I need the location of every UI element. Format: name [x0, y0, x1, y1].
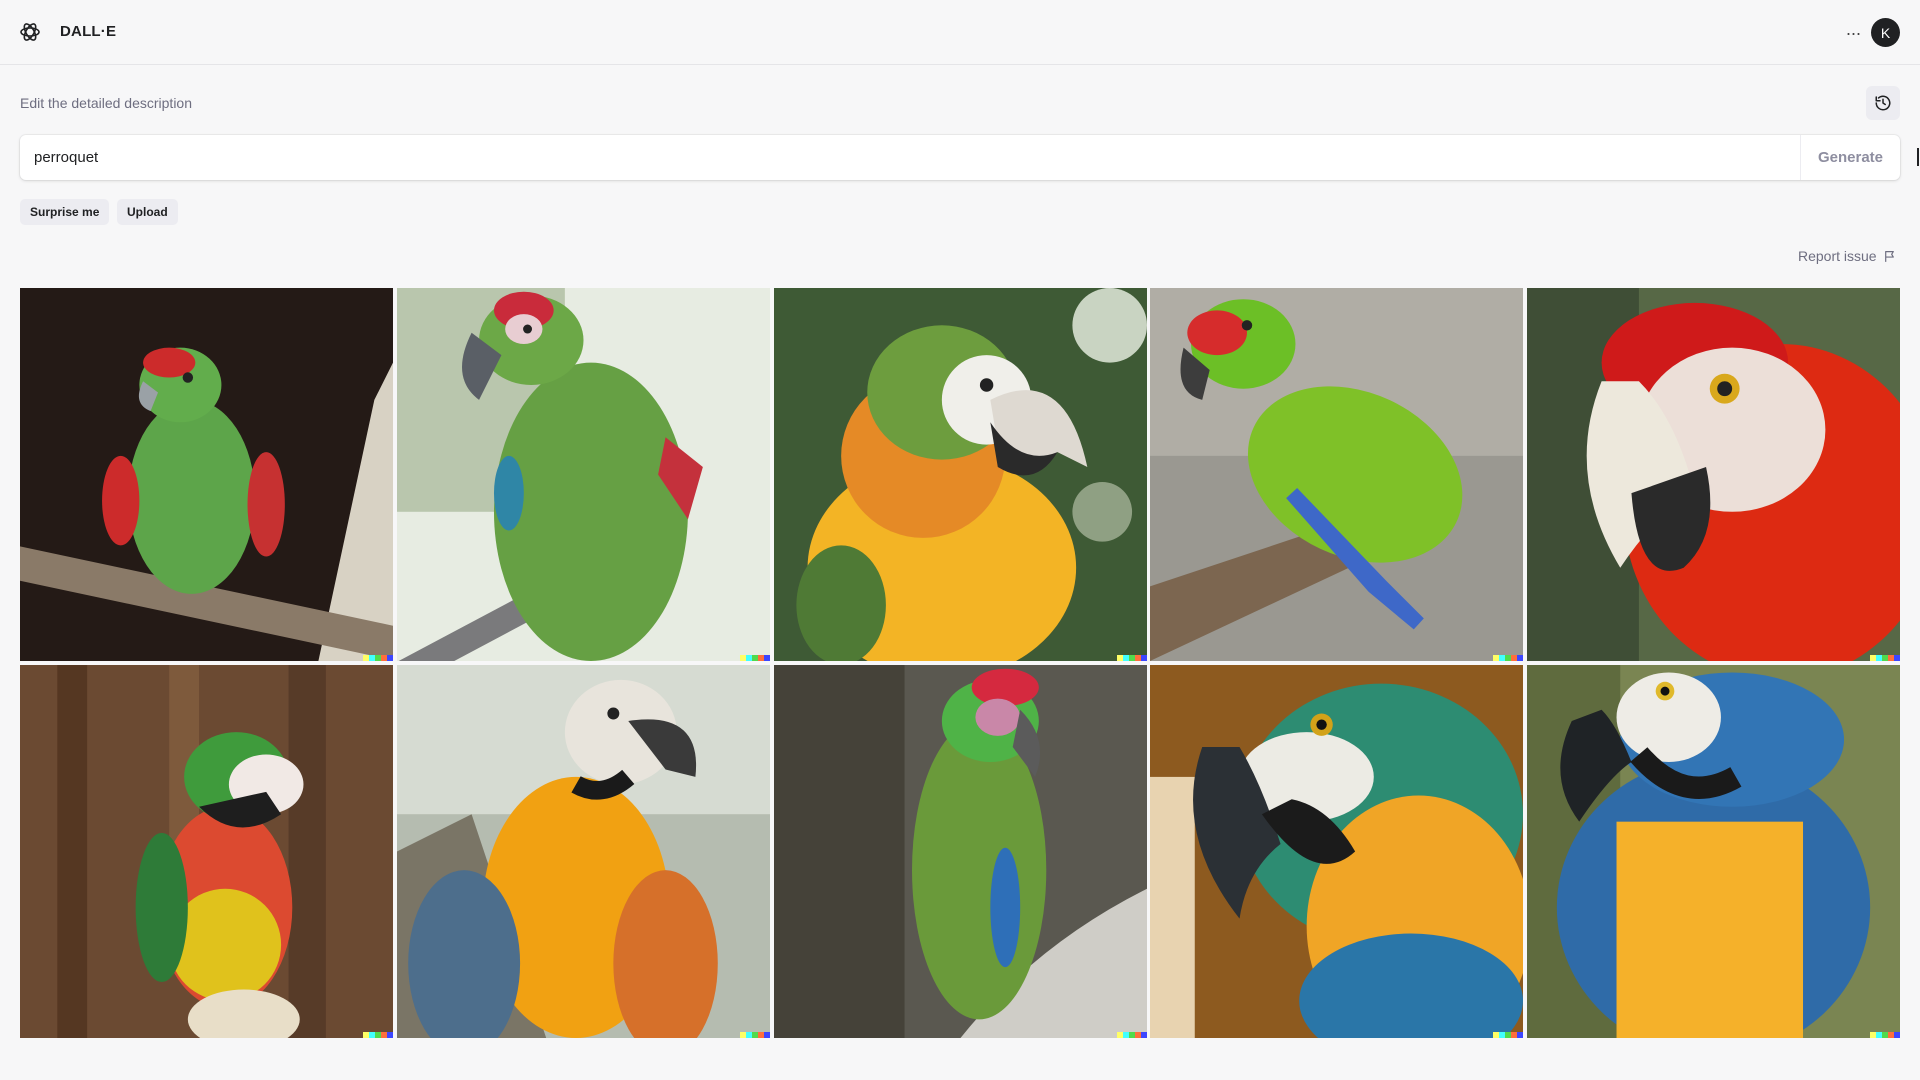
surprise-me-button[interactable]: Surprise me — [20, 199, 110, 225]
dalle-signature-mark — [1493, 1032, 1524, 1038]
generated-image-8[interactable] — [773, 665, 1147, 1038]
signature-color-block — [763, 655, 770, 661]
openai-logo-icon[interactable] — [18, 20, 42, 44]
signature-color-block — [387, 655, 393, 661]
parrot-image — [20, 288, 393, 661]
signature-color-block — [1140, 1032, 1147, 1038]
dalle-signature-mark — [1493, 655, 1524, 661]
generated-image-7[interactable] — [396, 665, 770, 1038]
history-icon — [1875, 95, 1891, 111]
prompt-caption: Edit the detailed description — [20, 95, 192, 111]
generate-button[interactable]: Generate — [1800, 135, 1900, 180]
signature-color-block — [763, 1032, 770, 1038]
dalle-signature-mark — [1116, 655, 1147, 661]
dalle-signature-mark — [363, 1032, 393, 1038]
generated-image-2[interactable] — [396, 288, 770, 661]
generated-image-4[interactable] — [1150, 288, 1524, 661]
generated-image-9[interactable] — [1150, 665, 1524, 1038]
report-issue-link[interactable]: Report issue — [1798, 248, 1896, 264]
dalle-signature-mark — [739, 655, 770, 661]
top-bar: DALL·E ··· K — [0, 0, 1920, 65]
image-grid — [20, 288, 1900, 1038]
parrot-image — [20, 665, 393, 1038]
more-options-button[interactable]: ··· — [1840, 20, 1866, 46]
parrot-image — [773, 288, 1147, 661]
upload-button[interactable]: Upload — [117, 199, 178, 225]
signature-color-block — [1894, 1032, 1900, 1038]
signature-color-block — [1140, 655, 1147, 661]
generated-image-10[interactable] — [1527, 665, 1900, 1038]
text-cursor — [1917, 148, 1919, 166]
prompt-box: Generate — [20, 135, 1900, 180]
parrot-image — [1150, 665, 1524, 1038]
signature-color-block — [387, 1032, 393, 1038]
dalle-signature-mark — [363, 655, 393, 661]
signature-color-block — [1517, 655, 1524, 661]
dalle-signature-mark — [739, 1032, 770, 1038]
parrot-image — [1527, 288, 1900, 661]
user-avatar[interactable]: K — [1871, 18, 1900, 47]
generated-image-5[interactable] — [1527, 288, 1900, 661]
signature-color-block — [1517, 1032, 1524, 1038]
report-issue-label: Report issue — [1798, 248, 1877, 264]
app-title[interactable]: DALL·E — [60, 23, 116, 40]
dalle-signature-mark — [1116, 1032, 1147, 1038]
signature-color-block — [1894, 655, 1900, 661]
history-button[interactable] — [1866, 86, 1900, 120]
generated-image-3[interactable] — [773, 288, 1147, 661]
generated-image-6[interactable] — [20, 665, 393, 1038]
flag-icon — [1884, 250, 1894, 262]
parrot-image — [396, 288, 770, 661]
dalle-signature-mark — [1870, 1032, 1900, 1038]
parrot-image — [1527, 665, 1900, 1038]
parrot-image — [1150, 288, 1524, 661]
parrot-image — [396, 665, 770, 1038]
prompt-input[interactable] — [20, 135, 1800, 180]
generated-image-1[interactable] — [20, 288, 393, 661]
dalle-signature-mark — [1870, 655, 1900, 661]
parrot-image — [773, 665, 1147, 1038]
